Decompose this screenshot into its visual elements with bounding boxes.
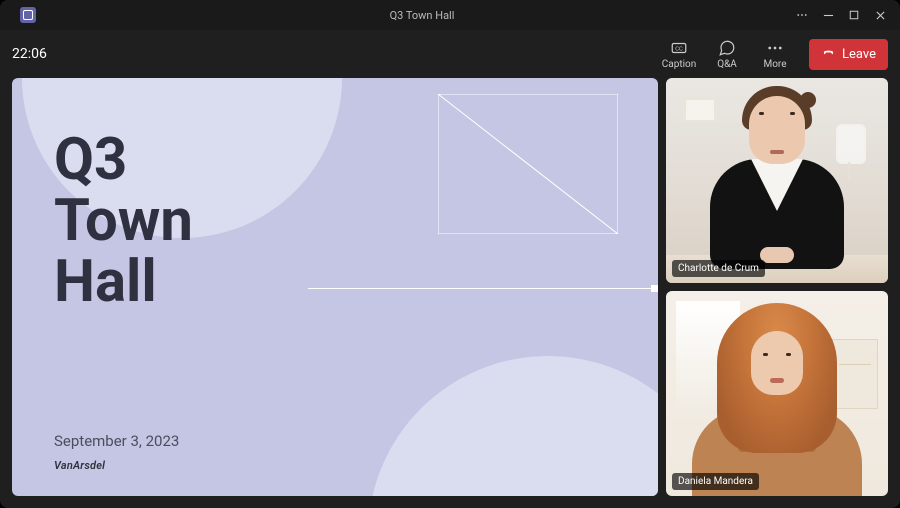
participant-tile[interactable]: Daniela Mandera — [666, 291, 888, 496]
slide-brand: VanArsdel — [54, 459, 105, 472]
window-more-icon[interactable] — [796, 9, 808, 21]
slide-title-line2: Town — [54, 191, 193, 252]
slide-decor-line — [308, 288, 658, 289]
slide-title: Q3 Town Hall — [54, 130, 193, 313]
leave-button[interactable]: Leave — [809, 39, 888, 70]
call-duration: 22:06 — [12, 46, 47, 62]
toolbar-right: CC Caption Q&A More Leave — [657, 33, 888, 75]
more-label: More — [763, 59, 786, 70]
participant-video — [666, 78, 888, 283]
leave-label: Leave — [842, 47, 876, 62]
maximize-icon[interactable] — [848, 9, 860, 21]
meeting-content: Q3 Town Hall September 3, 2023 VanArsdel — [0, 78, 900, 508]
title-bar: Q3 Town Hall — [0, 0, 900, 30]
slide-title-line1: Q3 — [54, 130, 193, 191]
caption-icon: CC — [670, 39, 688, 57]
participant-panel: Charlotte de Crum Daniela Mandera — [666, 78, 888, 496]
minimize-icon[interactable] — [822, 9, 834, 21]
slide-date: September 3, 2023 — [54, 432, 179, 450]
chat-icon — [718, 39, 736, 57]
qa-button[interactable]: Q&A — [705, 33, 749, 75]
svg-text:CC: CC — [675, 46, 683, 52]
hangup-icon — [821, 45, 836, 64]
participant-name: Daniela Mandera — [672, 473, 759, 490]
caption-label: Caption — [662, 59, 697, 70]
slide-title-line3: Hall — [54, 252, 193, 313]
qa-label: Q&A — [717, 59, 737, 70]
meeting-toolbar: 22:06 CC Caption Q&A More — [0, 30, 900, 78]
title-bar-left — [8, 7, 48, 23]
participant-tile[interactable]: Charlotte de Crum — [666, 78, 888, 283]
window-title: Q3 Town Hall — [48, 9, 796, 22]
caption-button[interactable]: CC Caption — [657, 33, 701, 75]
close-icon[interactable] — [874, 9, 886, 21]
participant-name: Charlotte de Crum — [672, 260, 765, 277]
more-button[interactable]: More — [753, 33, 797, 75]
slide-decor-circle-bottom — [368, 356, 658, 496]
more-icon — [766, 39, 784, 57]
window-controls — [796, 9, 892, 21]
meeting-window: Q3 Town Hall 22:06 CC Caption — [0, 0, 900, 508]
presentation-stage: Q3 Town Hall September 3, 2023 VanArsdel — [12, 78, 658, 496]
slide: Q3 Town Hall September 3, 2023 VanArsdel — [12, 78, 658, 496]
teams-logo-icon — [20, 7, 36, 23]
slide-decor-triangle — [438, 94, 618, 234]
participant-video — [666, 291, 888, 496]
